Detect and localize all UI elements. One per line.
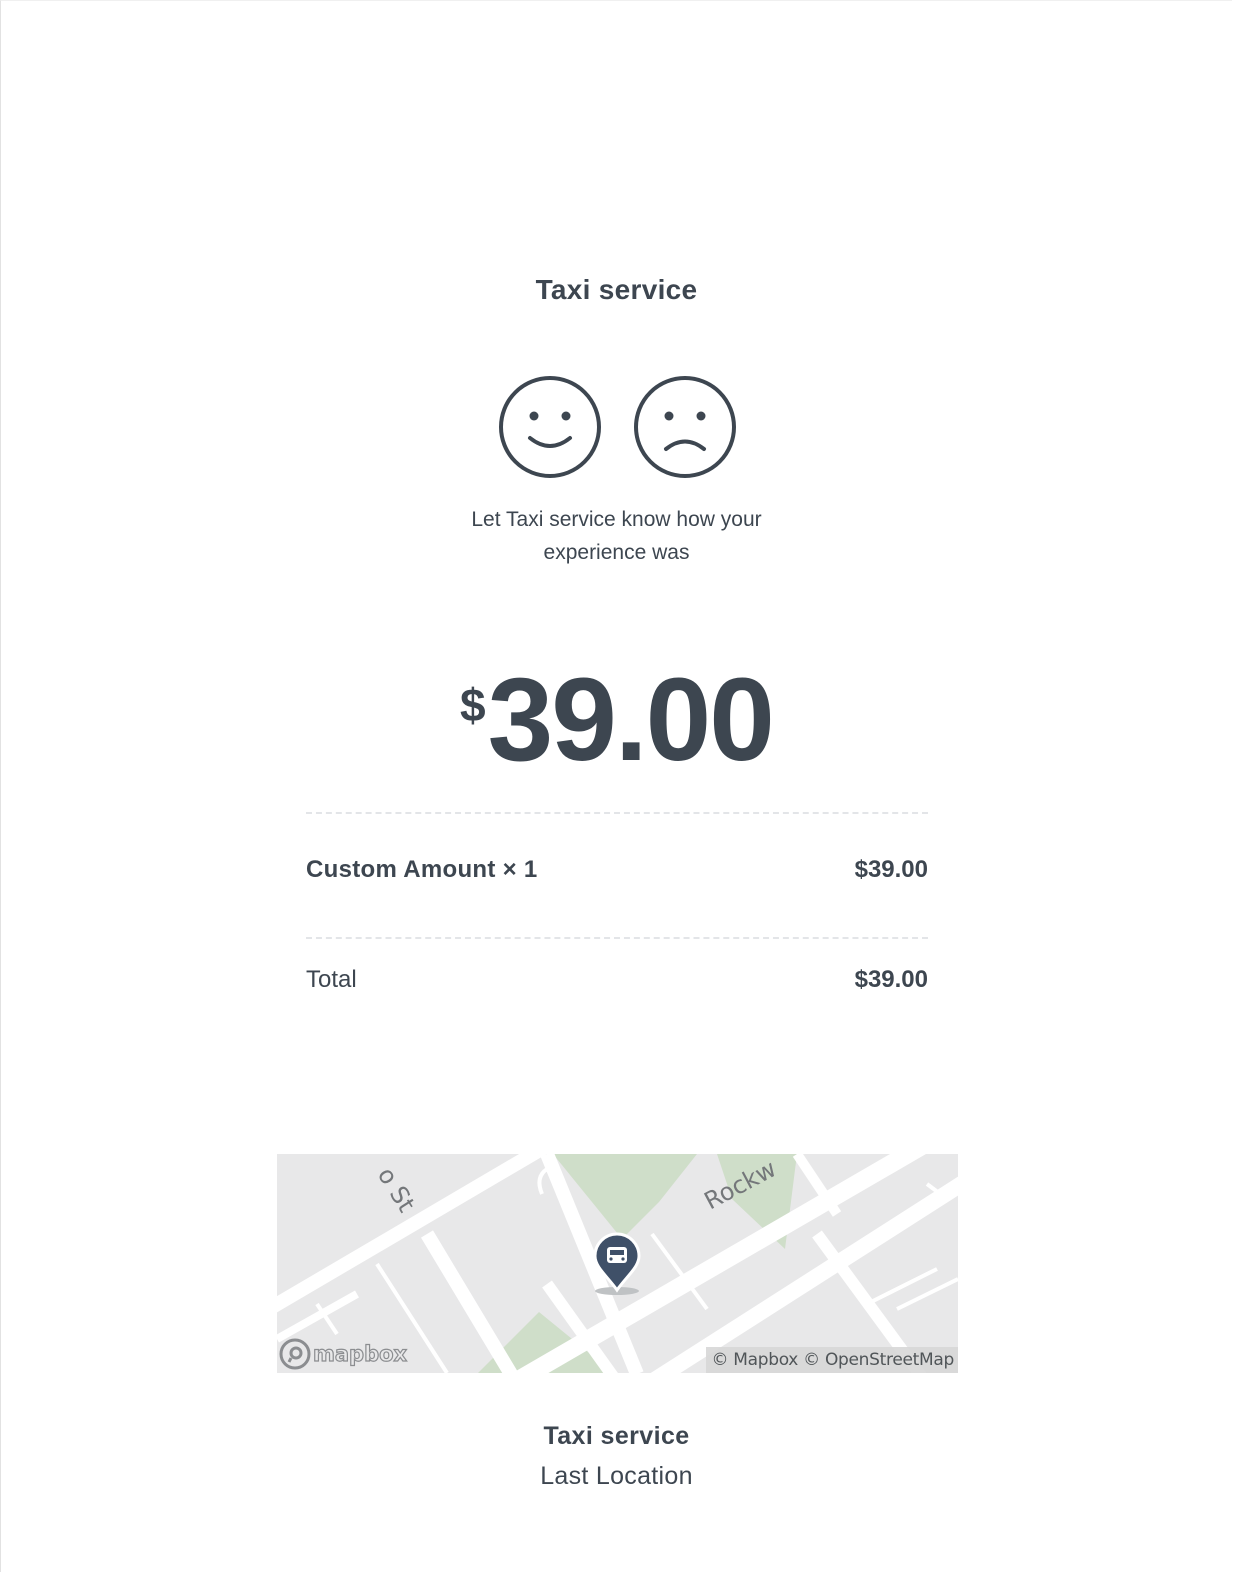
total-value: $39.00: [854, 966, 928, 993]
amount-value: 39.00: [487, 654, 775, 786]
footer-merchant-name: Taxi service: [543, 1422, 690, 1450]
total-amount: $39.00: [0, 660, 1233, 780]
line-item-label: Custom Amount × 1: [306, 856, 538, 883]
divider: [306, 812, 928, 814]
location-map[interactable]: o St Rockw mapbox © Mapbox © OpenStreetM…: [277, 1154, 958, 1373]
feedback-prompt: Let Taxi service know how your experienc…: [0, 503, 1233, 569]
street-label-1: o St: [372, 1162, 421, 1217]
line-item-price: $39.00: [854, 856, 928, 883]
currency-symbol: $: [460, 679, 486, 731]
feedback-prompt-line-2: experience was: [543, 541, 690, 564]
footer-location-label: Last Location: [540, 1462, 693, 1490]
feedback-row: [497, 374, 737, 480]
mapbox-logo-icon: [279, 1338, 311, 1370]
map-attribution[interactable]: © Mapbox © OpenStreetMap: [706, 1347, 958, 1373]
merchant-title: Taxi service: [535, 274, 698, 305]
frowny-face-icon[interactable]: [632, 374, 738, 480]
feedback-prompt-line-1: Let Taxi service know how your: [471, 508, 762, 531]
total-label: Total: [306, 966, 357, 993]
mapbox-logo-text: mapbox: [312, 1341, 408, 1366]
divider: [306, 937, 928, 939]
smiley-face-icon[interactable]: [497, 374, 603, 480]
mapbox-logo[interactable]: mapbox: [279, 1337, 408, 1371]
